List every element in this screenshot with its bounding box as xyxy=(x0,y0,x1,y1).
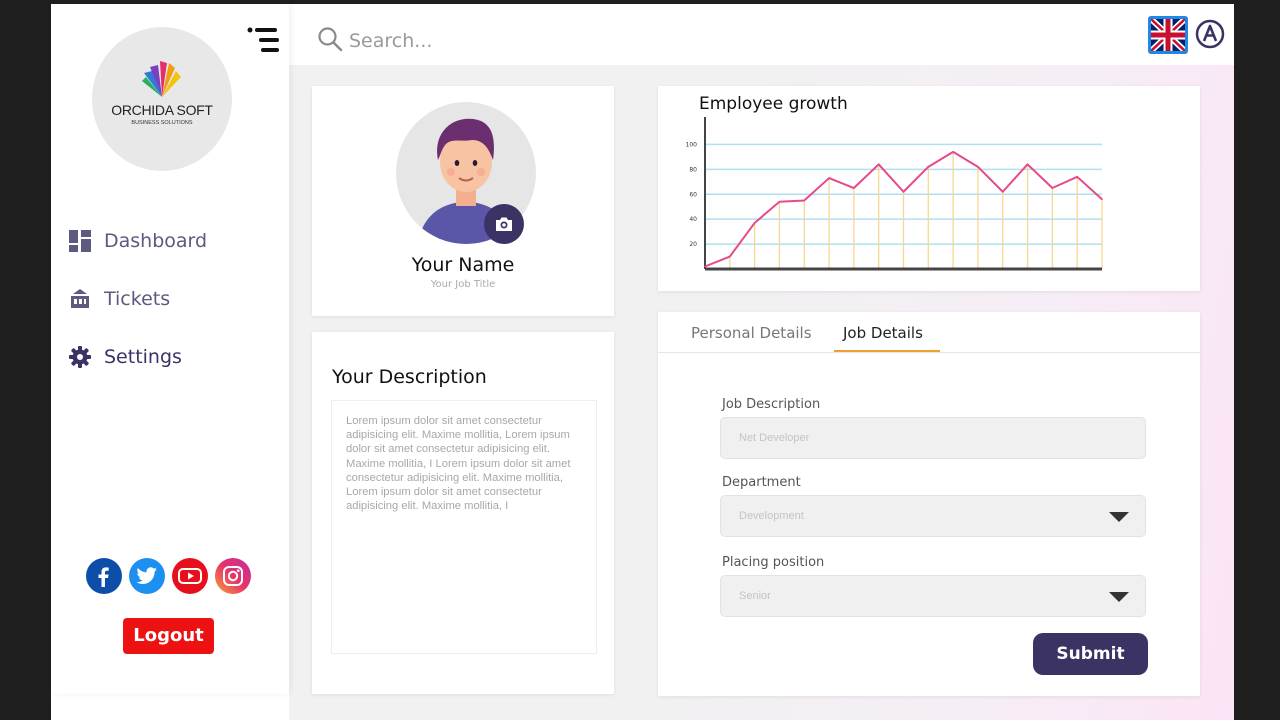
y-tick-label: 100 xyxy=(686,141,698,148)
dashboard-icon xyxy=(69,230,91,252)
data-point xyxy=(753,222,756,224)
twitter-icon[interactable] xyxy=(129,558,165,594)
data-point xyxy=(877,163,880,166)
data-point xyxy=(902,190,905,193)
data-point xyxy=(1101,198,1103,201)
sidebar-item-label: Settings xyxy=(104,346,182,368)
data-point xyxy=(1051,187,1054,189)
logout-button[interactable]: Logout xyxy=(123,618,214,654)
data-point xyxy=(778,200,781,203)
brand-logo: ORCHIDA SOFT BUSINESS SOLUTIONS xyxy=(92,27,232,171)
placing-position-value: Senior xyxy=(739,590,771,602)
department-label: Department xyxy=(722,475,801,490)
y-tick-label: 40 xyxy=(689,216,697,223)
brand-name: ORCHIDA SOFT xyxy=(111,102,213,118)
data-point xyxy=(853,187,855,189)
search-icon[interactable] xyxy=(317,26,343,56)
job-description-label: Job Description xyxy=(722,397,821,412)
data-point xyxy=(977,166,979,168)
employee-growth-chart: Employee growth 20 40 60 80 100 xyxy=(658,86,1200,291)
account-icon[interactable] xyxy=(1195,19,1225,49)
y-tick-label: 80 xyxy=(689,166,697,173)
app-window: ORCHIDA SOFT BUSINESS SOLUTIONS Dashboar… xyxy=(51,4,1234,720)
gear-icon xyxy=(69,346,91,368)
tab-personal-details[interactable]: Personal Details xyxy=(691,324,812,342)
uk-flag-icon[interactable] xyxy=(1148,16,1188,54)
facebook-icon[interactable] xyxy=(86,558,122,594)
data-point xyxy=(1076,176,1078,178)
caret-down-icon xyxy=(1109,592,1129,602)
sidebar-nav: Dashboard Tickets Settings xyxy=(69,226,207,400)
sidebar-item-label: Tickets xyxy=(104,288,171,310)
placing-position-select[interactable]: Senior xyxy=(720,575,1146,617)
description-textarea[interactable]: Lorem ipsum dolor sit amet consectetur a… xyxy=(331,400,597,654)
profile-job-title: Your Job Title xyxy=(430,279,496,290)
sidebar: ORCHIDA SOFT BUSINESS SOLUTIONS Dashboar… xyxy=(51,4,289,694)
department-value: Development xyxy=(739,510,804,522)
tickets-icon xyxy=(69,288,91,310)
description-text: Lorem ipsum dolor sit amet consectetur a… xyxy=(346,415,571,513)
submit-button[interactable]: Submit xyxy=(1033,633,1148,675)
y-tick-label: 60 xyxy=(689,191,697,198)
description-title: Your Description xyxy=(332,366,487,388)
camera-icon[interactable] xyxy=(484,204,524,244)
data-point xyxy=(1001,190,1004,193)
details-card: Personal Details Job Details Job Descrip… xyxy=(658,312,1200,696)
profile-name: Your Name xyxy=(411,254,515,276)
placing-position-label: Placing position xyxy=(722,555,825,570)
job-description-value: Net Developer xyxy=(739,432,810,444)
chart-plot: 20 40 60 80 100 xyxy=(686,117,1103,271)
instagram-icon[interactable] xyxy=(215,558,251,594)
sidebar-item-dashboard[interactable]: Dashboard xyxy=(69,226,207,256)
menu-toggle-icon[interactable] xyxy=(247,26,281,54)
data-point xyxy=(1026,163,1029,166)
y-tick-label: 20 xyxy=(689,241,697,248)
data-point xyxy=(952,151,954,153)
orchid-logo-icon xyxy=(142,61,181,97)
job-description-field[interactable]: Net Developer xyxy=(720,417,1146,459)
active-tab-indicator xyxy=(834,350,940,352)
department-select[interactable]: Development xyxy=(720,495,1146,537)
details-tabs: Personal Details Job Details xyxy=(658,312,1200,353)
data-point xyxy=(828,177,830,179)
data-point xyxy=(803,199,806,202)
sidebar-item-label: Dashboard xyxy=(104,230,208,252)
caret-down-icon xyxy=(1109,512,1129,522)
profile-card: Your Name Your Job Title xyxy=(312,86,614,316)
tab-job-details[interactable]: Job Details xyxy=(843,324,923,342)
sidebar-item-settings[interactable]: Settings xyxy=(69,342,207,372)
sidebar-item-tickets[interactable]: Tickets xyxy=(69,284,207,314)
data-point xyxy=(704,265,706,268)
data-point xyxy=(729,255,731,258)
description-card: Your Description Lorem ipsum dolor sit a… xyxy=(312,332,614,694)
social-links xyxy=(86,558,251,594)
brand-tagline: BUSINESS SOLUTIONS xyxy=(131,120,193,126)
youtube-icon[interactable] xyxy=(172,558,208,594)
search-bar xyxy=(317,26,649,56)
data-point xyxy=(927,166,930,168)
search-input[interactable] xyxy=(349,30,649,52)
